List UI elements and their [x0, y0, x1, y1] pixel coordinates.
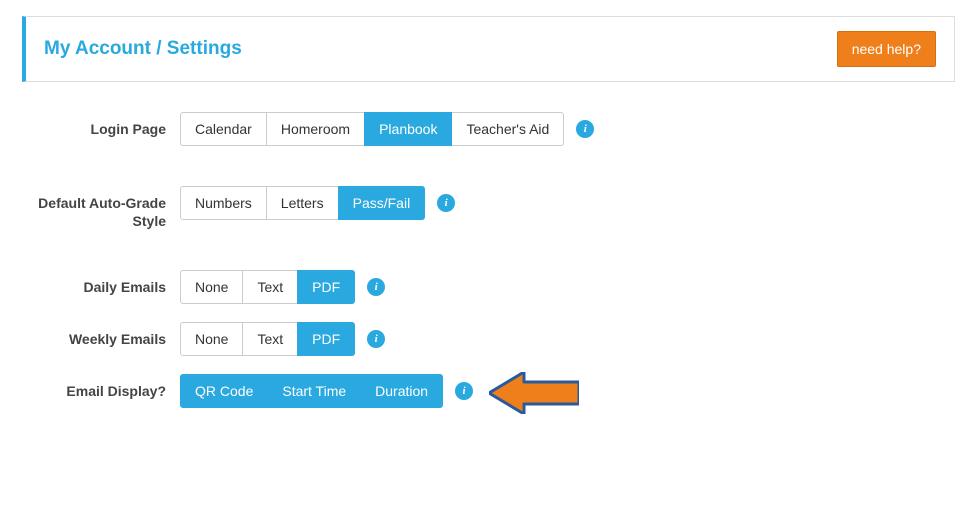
label-email-display: Email Display? — [22, 374, 180, 400]
label-login-page: Login Page — [22, 112, 180, 138]
row-login-page: Login Page Calendar Homeroom Planbook Te… — [22, 112, 955, 146]
option-weekly-text[interactable]: Text — [242, 322, 298, 356]
info-icon[interactable]: i — [576, 120, 594, 138]
label-daily-emails: Daily Emails — [22, 270, 180, 296]
group-weekly-emails: None Text PDF — [180, 322, 355, 356]
info-icon[interactable]: i — [437, 194, 455, 212]
option-numbers[interactable]: Numbers — [180, 186, 267, 220]
option-planbook[interactable]: Planbook — [364, 112, 452, 146]
info-icon[interactable]: i — [367, 278, 385, 296]
group-email-display: QR Code Start Time Duration — [180, 374, 443, 408]
option-duration[interactable]: Duration — [360, 374, 443, 408]
row-auto-grade: Default Auto-Grade Style Numbers Letters… — [22, 186, 955, 230]
option-start-time[interactable]: Start Time — [267, 374, 361, 408]
option-weekly-pdf[interactable]: PDF — [297, 322, 355, 356]
label-auto-grade: Default Auto-Grade Style — [22, 186, 180, 230]
group-daily-emails: None Text PDF — [180, 270, 355, 304]
option-daily-pdf[interactable]: PDF — [297, 270, 355, 304]
option-weekly-none[interactable]: None — [180, 322, 243, 356]
row-email-display: Email Display? QR Code Start Time Durati… — [22, 374, 955, 419]
option-qr-code[interactable]: QR Code — [180, 374, 268, 408]
label-weekly-emails: Weekly Emails — [22, 322, 180, 348]
row-daily-emails: Daily Emails None Text PDF i — [22, 270, 955, 304]
option-calendar[interactable]: Calendar — [180, 112, 267, 146]
group-login-page: Calendar Homeroom Planbook Teacher's Aid — [180, 112, 564, 146]
arrow-icon — [489, 372, 579, 419]
option-teachers-aid[interactable]: Teacher's Aid — [451, 112, 564, 146]
page-header: My Account / Settings need help? — [22, 16, 955, 82]
option-daily-none[interactable]: None — [180, 270, 243, 304]
need-help-button[interactable]: need help? — [837, 31, 936, 67]
option-daily-text[interactable]: Text — [242, 270, 298, 304]
page-title: My Account / Settings — [44, 38, 242, 60]
option-homeroom[interactable]: Homeroom — [266, 112, 365, 146]
option-pass-fail[interactable]: Pass/Fail — [338, 186, 426, 220]
info-icon[interactable]: i — [367, 330, 385, 348]
option-letters[interactable]: Letters — [266, 186, 339, 220]
group-auto-grade: Numbers Letters Pass/Fail — [180, 186, 425, 220]
row-weekly-emails: Weekly Emails None Text PDF i — [22, 322, 955, 356]
info-icon[interactable]: i — [455, 382, 473, 400]
